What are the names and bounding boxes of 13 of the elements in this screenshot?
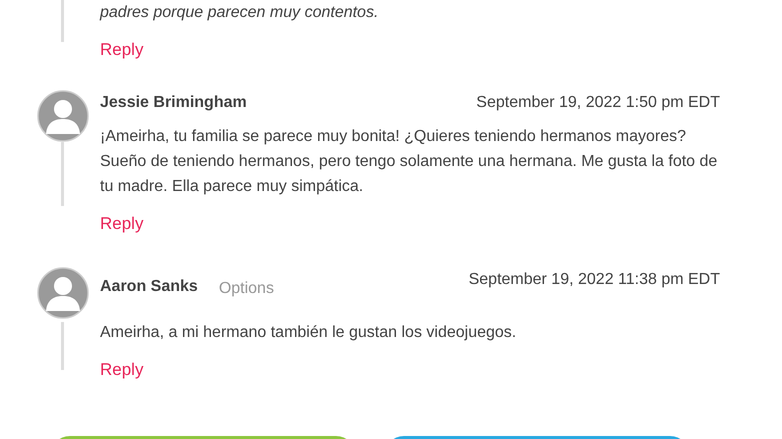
comment-date: September 19, 2022 1:50 pm EDT <box>476 93 720 113</box>
author-name: Aaron Sanks <box>100 277 198 297</box>
author-name: Jessie Brimingham <box>100 93 247 113</box>
reply-link[interactable]: Reply <box>100 357 144 382</box>
reply-link[interactable]: Reply <box>100 211 144 236</box>
comment-text: padres porque parecen muy contentos. <box>100 3 380 23</box>
comment-date: September 19, 2022 11:38 pm EDT <box>468 270 720 290</box>
comment-text: ¡Ameirha, tu familia se parece muy bonita! ¿Quieres teniendo hermanos mayores? Sueño de teniendo hermanos, pero tengo solamente una hermana. Me gusta la foto de tu madre. Ella parece muy simpática. <box>100 127 718 197</box>
avatar-icon <box>37 267 89 319</box>
comment-text: Ameirha, a mi hermano también le gustan los videojuegos. <box>100 323 518 343</box>
avatar-icon <box>37 90 89 142</box>
options-link[interactable]: Options <box>218 276 274 302</box>
reply-link[interactable]: Reply <box>100 37 144 62</box>
